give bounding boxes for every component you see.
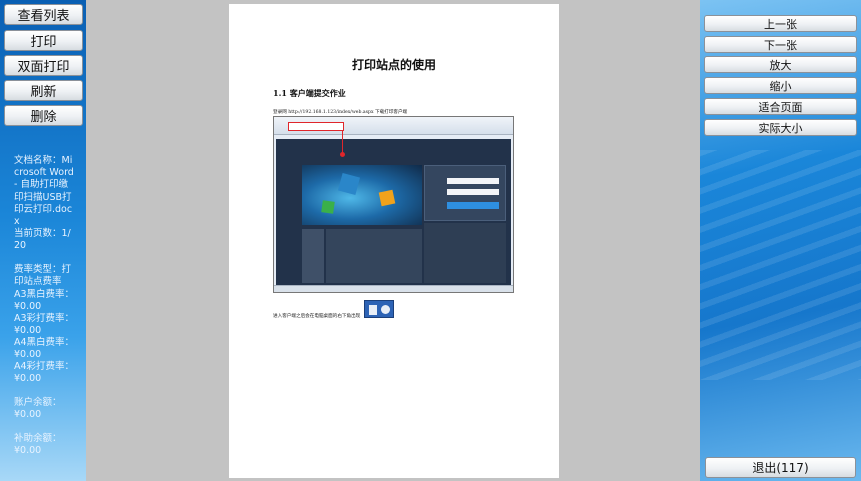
next-page-button[interactable]: 下一张	[704, 36, 857, 53]
refresh-button[interactable]: 刷新	[4, 80, 83, 101]
current-page-info: 当前页数：1/20	[14, 228, 71, 252]
hero-graphic	[302, 165, 422, 225]
password-field	[447, 189, 499, 195]
a3-bw-rate-info: A3黑白费率：¥0.00	[14, 289, 75, 313]
document-title: 打印站点的使用	[351, 58, 436, 72]
fit-page-button[interactable]: 适合页面	[704, 98, 857, 115]
a3-color-rate-info: A3彩打费率：¥0.00	[14, 313, 75, 337]
orange-cube-shape	[378, 189, 396, 207]
account-balance-info: 账户余额：¥0.00	[14, 397, 62, 421]
highlighted-url-box	[288, 122, 344, 131]
document-page: 打印站点的使用 1.1 客户端提交作业 登录网 http://192.168.1…	[229, 4, 559, 478]
green-cube-shape	[321, 200, 335, 214]
exit-button[interactable]: 退出(117)	[705, 457, 856, 478]
previous-page-button[interactable]: 上一张	[704, 15, 857, 32]
view-list-button[interactable]: 查看列表	[4, 4, 83, 25]
print-button[interactable]: 打印	[4, 30, 83, 51]
subsidy-balance-info: 补助余额：¥0.00	[14, 433, 62, 457]
login-form	[424, 165, 506, 221]
a4-color-rate-info: A4彩打费率：¥0.00	[14, 361, 75, 385]
browser-statusbar	[274, 285, 513, 292]
document-paragraph: 登录网 http://192.168.1.123/index/web.aspx …	[273, 110, 408, 115]
rate-type-info: 费率类型：打印站点费率	[14, 264, 72, 288]
zoom-out-button[interactable]: 缩小	[704, 77, 857, 94]
login-page-image	[276, 139, 511, 285]
zoom-in-button[interactable]: 放大	[704, 56, 857, 73]
actual-size-button[interactable]: 实际大小	[704, 119, 857, 136]
download-panel-image	[424, 223, 506, 283]
document-section-heading: 1.1 客户端提交作业	[273, 88, 346, 98]
document-name-info: 文档名称：Microsoft Word - 自助打印缴印扫描USB打印云打印.d…	[14, 155, 74, 228]
side-panel-image	[302, 229, 324, 283]
content-panel-image	[326, 229, 422, 283]
annotation-line	[342, 131, 343, 153]
login-button-image	[447, 202, 499, 209]
embedded-screenshot	[273, 116, 514, 293]
delete-button[interactable]: 删除	[4, 105, 83, 126]
username-field	[447, 178, 499, 184]
annotation-dot	[340, 152, 345, 157]
tray-icon-image	[364, 300, 394, 318]
duplex-print-button[interactable]: 双面打印	[4, 55, 83, 76]
a4-bw-rate-info: A4黑白费率：¥0.00	[14, 337, 75, 361]
document-paragraph-2: 进入客户端之后会在电脑桌面的右下角出现	[273, 314, 361, 319]
